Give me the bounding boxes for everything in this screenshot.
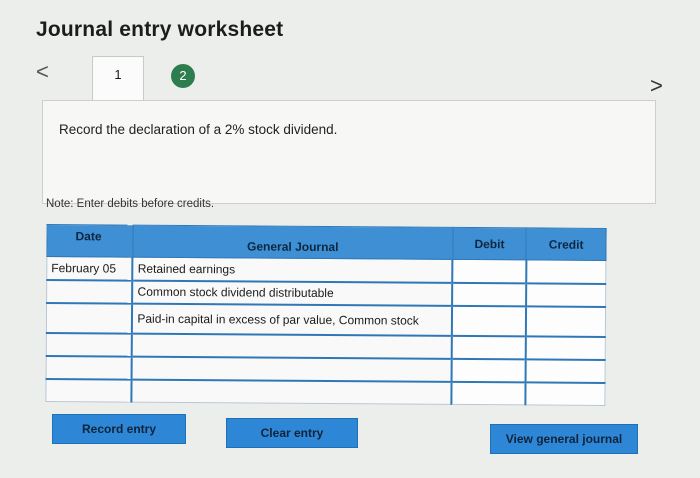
journal-table: Date General Journal Debit Credit Februa… <box>45 224 607 406</box>
note-text: Note: Enter debits before credits. <box>46 198 215 210</box>
table-row: Paid-in capital in excess of par value, … <box>46 302 606 337</box>
instruction-panel: Record the declaration of a 2% stock div… <box>42 100 656 204</box>
header-general-journal: General Journal <box>132 225 453 260</box>
credit-cell[interactable] <box>525 282 606 307</box>
date-cell[interactable]: February 05 <box>46 256 133 281</box>
credit-cell[interactable] <box>525 358 606 383</box>
credit-cell[interactable] <box>525 335 606 360</box>
table-row <box>45 378 606 406</box>
account-cell[interactable]: Retained earnings <box>132 257 453 283</box>
date-cell[interactable] <box>46 355 133 380</box>
account-cell[interactable] <box>131 356 452 382</box>
view-general-journal-button[interactable]: View general journal <box>490 424 638 454</box>
credit-cell[interactable] <box>525 381 606 406</box>
instruction-text: Record the declaration of a 2% stock div… <box>59 122 338 137</box>
date-cell[interactable] <box>45 378 132 403</box>
clear-entry-button[interactable]: Clear entry <box>226 418 358 448</box>
header-debit: Debit <box>452 227 527 260</box>
debit-cell[interactable] <box>451 335 526 359</box>
tab-1[interactable]: 1 <box>92 56 144 102</box>
header-date: Date <box>46 224 134 258</box>
debit-cell[interactable] <box>451 381 526 405</box>
date-cell[interactable] <box>46 332 133 357</box>
debit-cell[interactable] <box>452 259 527 283</box>
chevron-right-icon[interactable]: > <box>650 74 672 98</box>
journal-header-row: Date General Journal Debit Credit <box>46 224 607 261</box>
tab-2[interactable]: 2 <box>171 64 195 88</box>
debit-cell[interactable] <box>451 358 526 382</box>
account-cell[interactable] <box>132 333 453 359</box>
debit-cell[interactable] <box>452 282 527 306</box>
credit-cell[interactable] <box>526 259 606 284</box>
journal-entry-worksheet: Journal entry worksheet < 1 2 > Record t… <box>0 0 700 478</box>
chevron-left-icon[interactable]: < <box>36 60 58 84</box>
account-cell[interactable] <box>131 379 452 405</box>
date-cell[interactable] <box>46 279 133 304</box>
account-cell[interactable]: Common stock dividend distributable <box>132 280 453 306</box>
record-entry-button[interactable]: Record entry <box>52 414 186 444</box>
account-cell[interactable]: Paid-in capital in excess of par value, … <box>132 303 453 336</box>
credit-cell[interactable] <box>525 305 606 337</box>
page-title: Journal entry worksheet <box>36 18 284 41</box>
debit-cell[interactable] <box>452 305 526 336</box>
date-cell[interactable] <box>46 302 133 334</box>
header-credit: Credit <box>526 227 607 261</box>
